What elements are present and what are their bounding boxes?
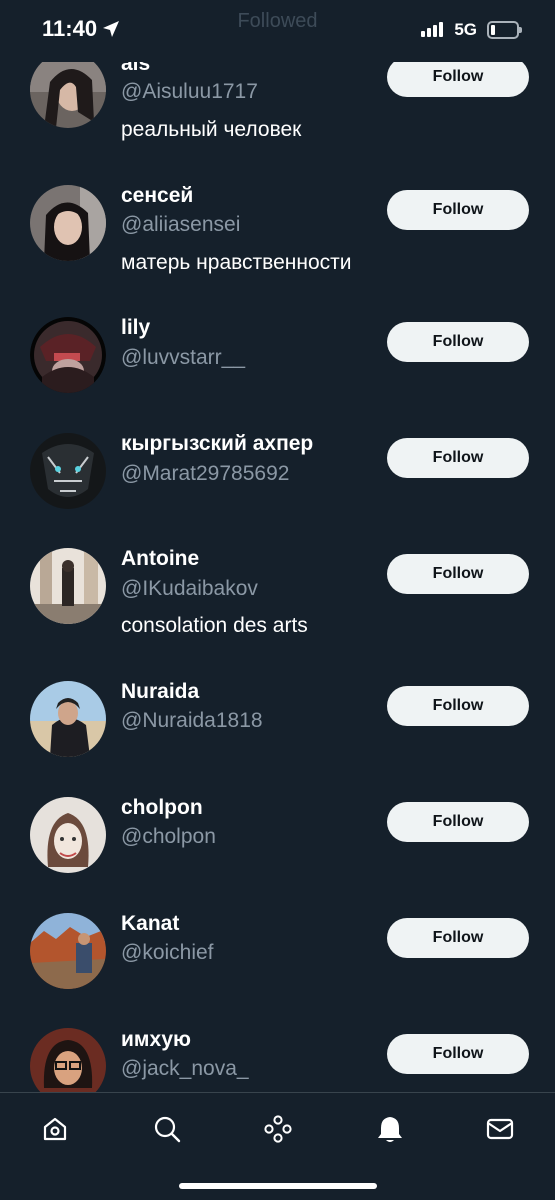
home-icon xyxy=(43,1117,67,1141)
follow-button[interactable]: Follow xyxy=(387,57,529,97)
avatar[interactable] xyxy=(30,52,106,128)
status-bar: Followed 11:40 5G xyxy=(0,0,555,62)
tab-notifications[interactable] xyxy=(370,1109,410,1149)
tab-search[interactable] xyxy=(147,1109,187,1149)
avatar[interactable] xyxy=(30,548,106,624)
home-indicator xyxy=(179,1183,377,1189)
user-name: имхую xyxy=(121,1028,191,1051)
following-list: als @Aisuluu1717 реальный человек Follow… xyxy=(0,0,555,1092)
follow-button[interactable]: Follow xyxy=(387,1034,529,1074)
messages-icon xyxy=(486,1118,514,1140)
user-name: Nuraida xyxy=(121,680,200,703)
avatar[interactable] xyxy=(30,797,106,873)
user-name: cholpon xyxy=(121,796,203,819)
search-icon xyxy=(154,1116,181,1143)
location-arrow-icon xyxy=(103,21,119,37)
avatar[interactable] xyxy=(30,1028,106,1092)
user-handle: @IKudaibakov xyxy=(121,577,258,600)
signal-strength-icon xyxy=(421,22,443,37)
user-name: кыргызский ахпер xyxy=(121,432,314,455)
user-name: Kanat xyxy=(121,912,180,935)
avatar[interactable] xyxy=(30,913,106,989)
user-bio: consolation des arts xyxy=(121,614,308,637)
user-handle: @luvvstarr__ xyxy=(121,346,246,369)
follow-button[interactable]: Follow xyxy=(387,686,529,726)
tab-home[interactable] xyxy=(35,1109,75,1149)
user-handle: @aliiasensei xyxy=(121,213,241,236)
tab-spaces[interactable] xyxy=(258,1109,298,1149)
user-handle: @cholpon xyxy=(121,825,216,848)
status-time: 11:40 xyxy=(42,16,98,41)
avatar[interactable] xyxy=(30,185,106,261)
user-bio: реальный человек xyxy=(121,118,302,141)
follow-button[interactable]: Follow xyxy=(387,554,529,594)
user-handle: @jack_nova_ xyxy=(121,1057,249,1080)
follow-button[interactable]: Follow xyxy=(387,190,529,230)
network-type: 5G xyxy=(454,20,477,39)
avatar[interactable] xyxy=(30,433,106,509)
user-name: сенсей xyxy=(121,184,194,207)
user-handle: @koichief xyxy=(121,941,214,964)
follow-button[interactable]: Follow xyxy=(387,322,529,362)
follow-button[interactable]: Follow xyxy=(387,438,529,478)
user-bio: матерь нравственности xyxy=(121,251,352,274)
follow-button[interactable]: Follow xyxy=(387,802,529,842)
avatar[interactable] xyxy=(30,681,106,757)
user-handle: @Aisuluu1717 xyxy=(121,80,258,103)
tab-messages[interactable] xyxy=(480,1109,520,1149)
user-handle: @Marat29785692 xyxy=(121,462,290,485)
avatar[interactable] xyxy=(30,317,106,393)
user-name: lily xyxy=(121,316,151,339)
notifications-icon xyxy=(378,1117,402,1142)
user-name: Antoine xyxy=(121,547,200,570)
spaces-icon xyxy=(264,1115,292,1143)
user-handle: @Nuraida1818 xyxy=(121,709,263,732)
battery-icon xyxy=(487,21,522,39)
follow-button[interactable]: Follow xyxy=(387,918,529,958)
